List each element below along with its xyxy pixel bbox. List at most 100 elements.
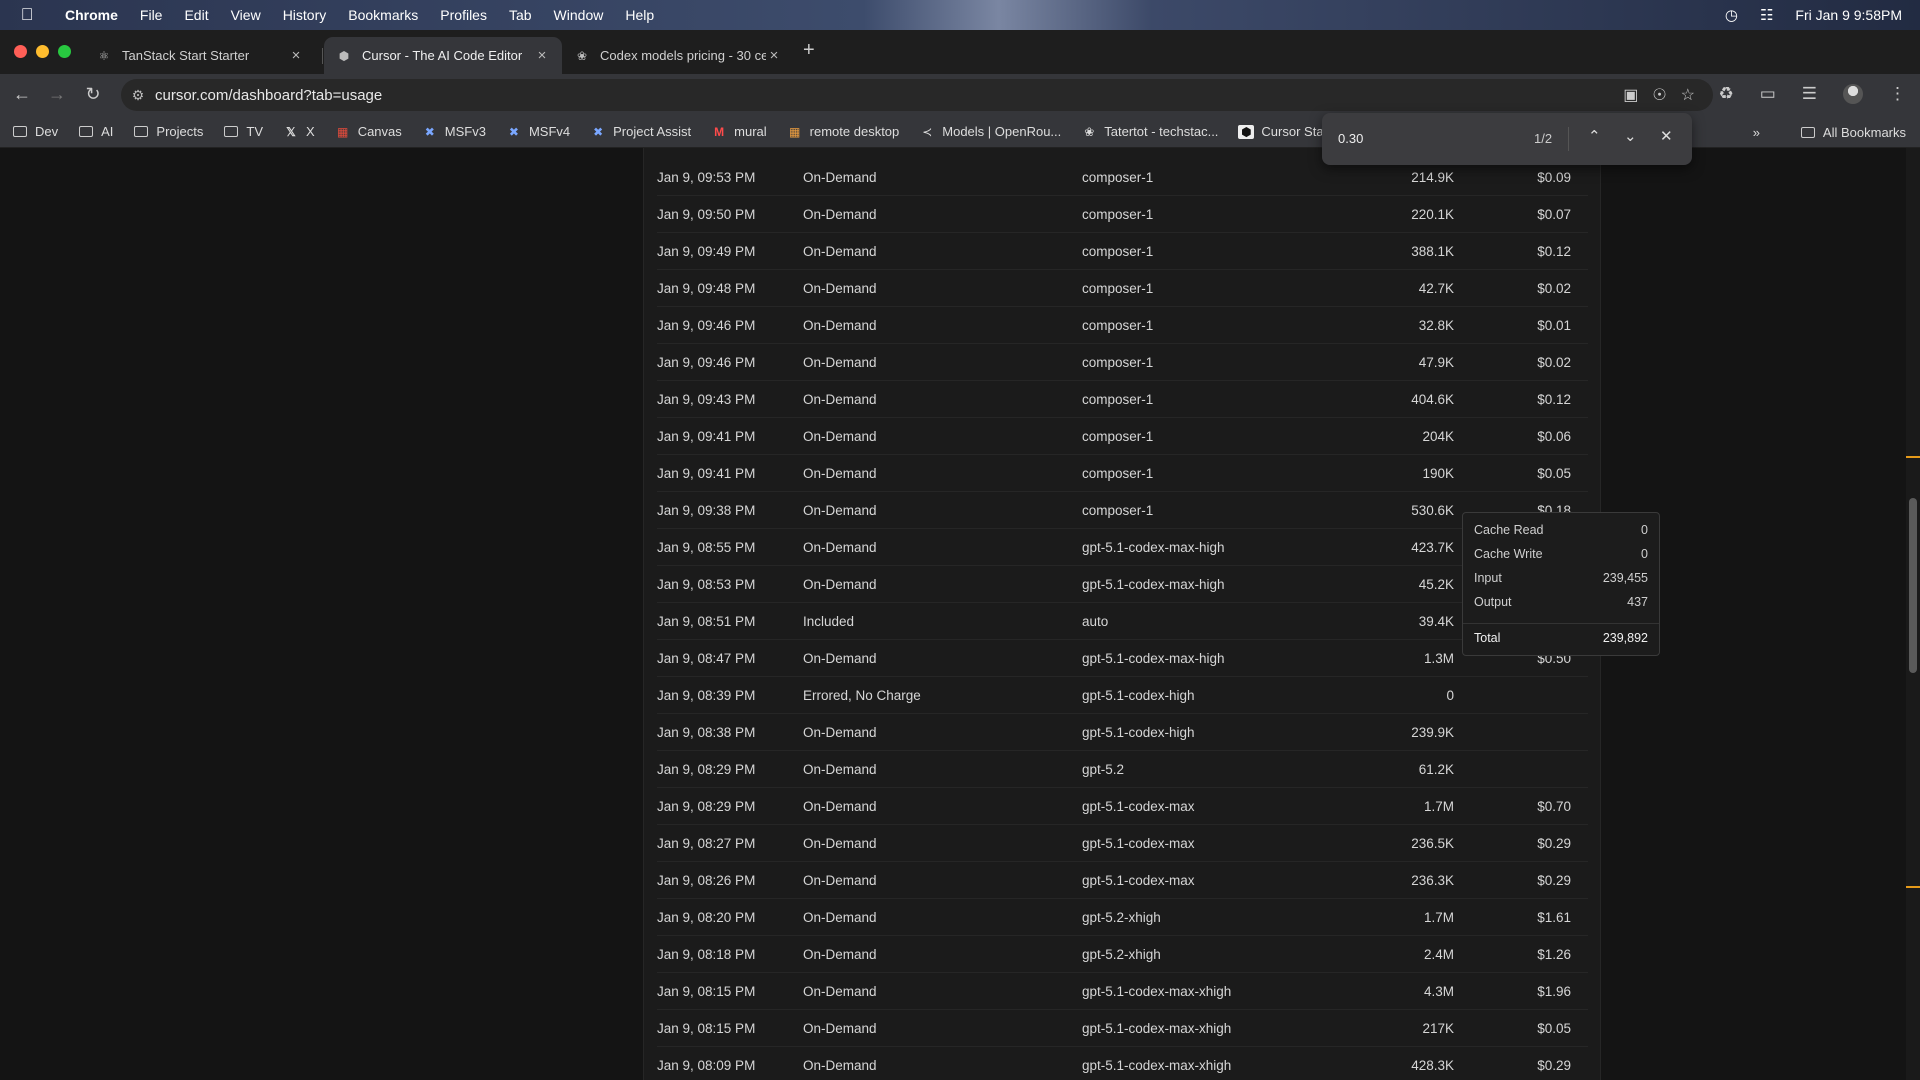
bookmark-projects[interactable]: Projects [133, 124, 203, 139]
table-row[interactable]: Jan 9, 09:41 PM On-Demand composer-1 190K $0… [657, 455, 1588, 492]
table-row[interactable]: Jan 9, 09:46 PM On-Demand composer-1 47.9K $… [657, 344, 1588, 381]
table-row[interactable]: Jan 9, 08:39 PM Errored, No Charge gpt-5.1… [657, 677, 1588, 714]
row-tokens: 39.4K [1418, 614, 1454, 629]
table-row[interactable]: Jan 9, 08:15 PM On-Demand gpt-5.1-codex-ma… [657, 1010, 1588, 1047]
bookmarks-overflow-chevron-icon[interactable]: » [1753, 125, 1760, 140]
row-cost: $1.61 [1537, 910, 1571, 925]
menu-tab[interactable]: Tab [498, 7, 543, 23]
control-center-icon[interactable]: ☷ [1760, 6, 1773, 24]
bookmark-x[interactable]: 𝕏X [283, 124, 315, 139]
row-kind: On-Demand [803, 392, 877, 407]
menu-view[interactable]: View [220, 7, 272, 23]
table-row[interactable]: Jan 9, 08:29 PM On-Demand gpt-5.1-codex-ma… [657, 788, 1588, 825]
bookmark-msfv4[interactable]: ✖ MSFv4 [506, 124, 570, 139]
table-row[interactable]: Jan 9, 09:50 PM On-Demand composer-1 220.1K… [657, 196, 1588, 233]
find-match-count: 1/2 [1534, 131, 1553, 146]
time-machine-icon[interactable]: ◷ [1725, 6, 1738, 24]
tab-cursor[interactable]: ⬢ Cursor - The AI Code Editor × [324, 37, 562, 74]
bookmark-tatertot[interactable]: ❀ Tatertot - techstac... [1081, 124, 1218, 139]
table-row[interactable]: Jan 9, 08:38 PM On-Demand gpt-5.1-codex-hi… [657, 714, 1588, 751]
find-next-icon[interactable]: ⌄ [1624, 127, 1637, 145]
bookmark-label: Canvas [357, 124, 402, 139]
table-row[interactable]: Jan 9, 09:49 PM On-Demand composer-1 388.1K… [657, 233, 1588, 270]
tab-codex-pricing[interactable]: ❀ Codex models pricing - 30 cents × [562, 37, 794, 74]
table-row[interactable]: Jan 9, 09:46 PM On-Demand composer-1 32.8K $… [657, 307, 1588, 344]
close-tab-icon[interactable]: × [534, 47, 550, 64]
page-scrollbar[interactable] [1906, 148, 1920, 1080]
table-row[interactable]: Jan 9, 08:55 PM On-Demand gpt-5.1-codex-ma… [657, 529, 1588, 566]
close-tab-icon[interactable]: × [766, 47, 782, 64]
bookmark-ai[interactable]: AI [78, 124, 113, 139]
all-bookmarks[interactable]: All Bookmarks [1800, 125, 1906, 140]
table-row[interactable]: Jan 9, 08:51 PMIncludedauto39.4K$0.02 In… [657, 603, 1588, 640]
table-row[interactable]: Jan 9, 08:26 PM On-Demand gpt-5.1-codex-ma… [657, 862, 1588, 899]
bookmark-mural[interactable]: Mmural [711, 124, 767, 139]
tab-title: Codex models pricing - 30 cents [600, 48, 766, 63]
menu-file[interactable]: File [129, 7, 174, 23]
x-logo-icon: 𝕏 [286, 124, 296, 139]
tooltip-total-row: Total 239,892 [1474, 631, 1648, 645]
apple-icon[interactable]:  [0, 5, 54, 25]
find-previous-icon[interactable]: ⌃ [1588, 127, 1601, 145]
url-text[interactable]: cursor.com/dashboard?tab=usage [155, 87, 382, 104]
menu-window[interactable]: Window [543, 7, 615, 23]
back-icon[interactable]: ← [11, 84, 33, 105]
menu-bookmarks[interactable]: Bookmarks [337, 7, 429, 23]
bookmark-dev[interactable]: Dev [12, 124, 58, 139]
bookmark-msfv3[interactable]: ✖ MSFv3 [422, 124, 486, 139]
bookmark-star-icon[interactable]: ☆ [1681, 85, 1695, 105]
forward-icon[interactable]: → [46, 84, 68, 105]
address-bar[interactable]: ⚙ cursor.com/dashboard?tab=usage ▣ ☉ ☆ [121, 79, 1713, 111]
row-date: Jan 9, 08:26 PM [657, 873, 756, 888]
row-date: Jan 9, 08:29 PM [657, 799, 756, 814]
menu-profiles[interactable]: Profiles [429, 7, 498, 23]
find-close-icon[interactable]: ✕ [1660, 127, 1673, 145]
table-row[interactable]: Jan 9, 08:18 PM On-Demand gpt-5.2-xhigh 2.4… [657, 936, 1588, 973]
extensions-icon[interactable]: ♻ [1718, 84, 1733, 104]
table-row[interactable]: Jan 9, 09:38 PM On-Demand composer-1 530.6K… [657, 492, 1588, 529]
menu-edit[interactable]: Edit [173, 7, 219, 23]
row-model: gpt-5.1-codex-high [1082, 725, 1195, 740]
table-row[interactable]: Jan 9, 08:53 PM On-Demand gpt-5.1-codex-ma… [657, 566, 1588, 603]
row-model: composer-1 [1082, 429, 1154, 444]
bookmark-tv[interactable]: TV [223, 124, 263, 139]
new-tab-button[interactable]: + [803, 39, 815, 62]
more-menu-icon[interactable]: ⋮ [1889, 84, 1906, 104]
row-date: Jan 9, 08:09 PM [657, 1058, 756, 1073]
media-controls-icon[interactable]: ☰ [1802, 84, 1817, 104]
bookmark-openrouter[interactable]: ≺ Models | OpenRou... [919, 124, 1061, 139]
menu-history[interactable]: History [272, 7, 338, 23]
bookmark-remote-desktop[interactable]: ▦ remote desktop [787, 124, 899, 139]
menubar-clock[interactable]: Fri Jan 9 9:58PM [1795, 7, 1902, 23]
table-row[interactable]: Jan 9, 08:15 PM On-Demand gpt-5.1-codex-ma… [657, 973, 1588, 1010]
profile-avatar[interactable] [1843, 84, 1863, 104]
table-row[interactable]: Jan 9, 08:29 PM On-Demand gpt-5.2 61.2K [657, 751, 1588, 788]
menu-help[interactable]: Help [614, 7, 665, 23]
cast-icon[interactable]: ▭ [1760, 84, 1776, 104]
row-cost: $0.05 [1537, 1021, 1571, 1036]
table-row[interactable]: Jan 9, 08:09 PM On-Demand gpt-5.1-codex-ma… [657, 1047, 1588, 1080]
bookmark-canvas[interactable]: ▦ Canvas [335, 124, 402, 139]
tab-tanstack[interactable]: ⚛ TanStack Start Starter × [84, 37, 316, 74]
row-kind: On-Demand [803, 577, 877, 592]
bookmark-project-assist[interactable]: ✖ Project Assist [590, 124, 691, 139]
table-row[interactable]: Jan 9, 08:27 PM On-Demand gpt-5.1-codex-ma… [657, 825, 1588, 862]
table-row[interactable]: Jan 9, 08:47 PM On-Demand gpt-5.1-codex-ma… [657, 640, 1588, 677]
row-kind: On-Demand [803, 318, 877, 333]
close-tab-icon[interactable]: × [288, 47, 304, 64]
site-settings-icon[interactable]: ⚙ [121, 87, 155, 104]
table-row[interactable]: Jan 9, 08:20 PM On-Demand gpt-5.2-xhigh 1.7… [657, 899, 1588, 936]
close-window-icon[interactable] [14, 45, 27, 58]
tracking-blocked-icon[interactable]: ☉ [1652, 85, 1666, 105]
menu-app-name[interactable]: Chrome [54, 7, 129, 23]
reload-icon[interactable]: ↻ [82, 84, 104, 105]
table-row[interactable]: Jan 9, 09:48 PM On-Demand composer-1 42.7K $… [657, 270, 1588, 307]
minimize-window-icon[interactable] [36, 45, 49, 58]
table-row[interactable]: Jan 9, 09:43 PM On-Demand composer-1 404.6K… [657, 381, 1588, 418]
google-lens-icon[interactable]: ▣ [1623, 85, 1638, 105]
zoom-window-icon[interactable] [58, 45, 71, 58]
row-kind: On-Demand [803, 836, 877, 851]
scrollbar-thumb[interactable] [1909, 498, 1917, 673]
table-row[interactable]: Jan 9, 09:41 PM On-Demand composer-1 204K $0… [657, 418, 1588, 455]
find-input[interactable]: 0.30 [1338, 131, 1363, 146]
